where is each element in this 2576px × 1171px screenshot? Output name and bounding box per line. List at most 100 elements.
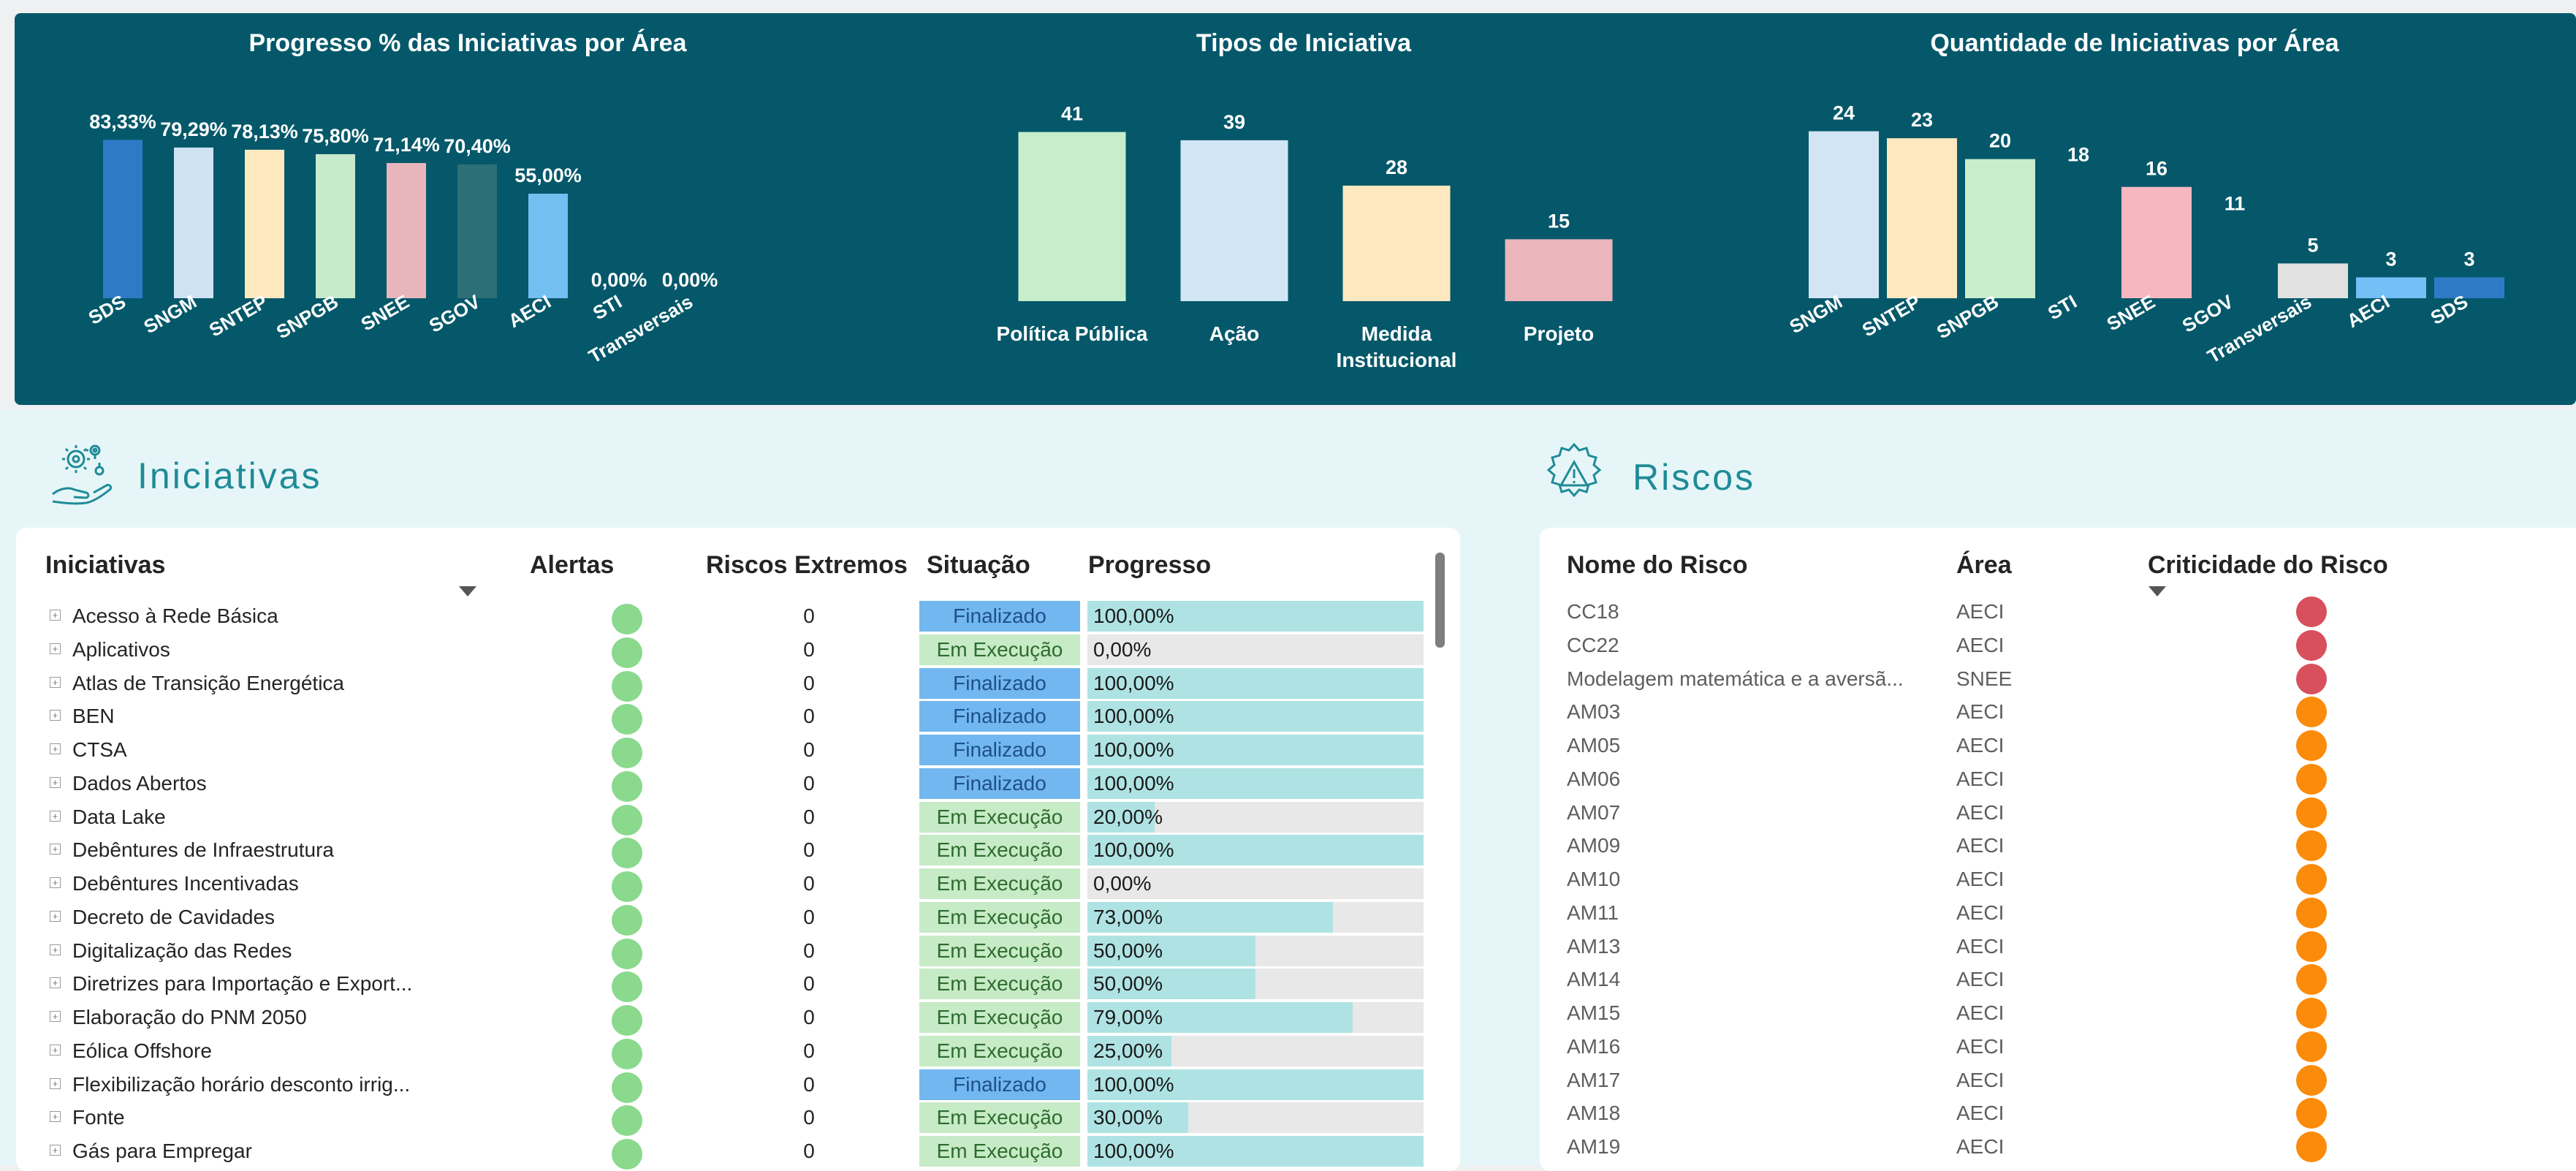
table-row[interactable]: AM19 AECI [1540, 1130, 2576, 1164]
situacao-badge: Em Execução [919, 1136, 1080, 1167]
expand-icon[interactable]: + [50, 1077, 61, 1089]
table-row[interactable]: + Data Lake 0 Em Execução 20,00% [16, 800, 1460, 835]
table-row[interactable]: + Diretrizes para Importação e Export... 0… [16, 967, 1460, 1003]
table-row[interactable]: + Elaboração do PNM 2050 0 Em Execução 79,00… [16, 1001, 1460, 1036]
criticidade-dot [2296, 730, 2327, 761]
alert-status-dot [612, 704, 642, 735]
table-row[interactable]: AM16 AECI [1540, 1030, 2576, 1064]
iniciativa-name: CTSA [72, 738, 127, 761]
expand-icon[interactable]: + [50, 643, 61, 654]
table-row[interactable]: AM17 AECI [1540, 1064, 2576, 1097]
expand-icon[interactable]: + [50, 1145, 61, 1156]
bar [2278, 263, 2348, 298]
bar [103, 140, 143, 298]
data-label: 71,14% [373, 134, 440, 156]
table-row[interactable]: AM15 AECI [1540, 996, 2576, 1030]
iniciativa-name: Data Lake [72, 805, 166, 828]
expand-icon[interactable]: + [50, 977, 61, 989]
risco-area: AECI [1956, 1034, 2005, 1058]
data-label: 70,40% [444, 135, 511, 157]
expand-icon[interactable]: + [50, 676, 61, 688]
riscos-extremos-count: 0 [803, 671, 815, 694]
risco-area: AECI [1956, 1001, 2005, 1024]
expand-icon[interactable]: + [50, 610, 61, 621]
progress-bar: 50,00% [1087, 969, 1424, 1000]
bar [316, 154, 355, 298]
risco-area: AECI [1956, 734, 2005, 757]
riscos-extremos-count: 0 [803, 1039, 815, 1062]
expand-icon[interactable]: + [50, 844, 61, 855]
table-row[interactable]: + Eólica Offshore 0 Em Execução 25,00% [16, 1034, 1460, 1069]
category-label: SNPGB [1933, 290, 2002, 343]
expand-icon[interactable]: + [50, 910, 61, 922]
expand-icon[interactable]: + [50, 776, 61, 788]
table-row[interactable]: AM10 AECI [1540, 863, 2576, 896]
table-row[interactable]: + Digitalização das Redes 0 Em Execução 50,0… [16, 934, 1460, 969]
table-row[interactable]: + Fonte 0 Em Execução 30,00% [16, 1101, 1460, 1137]
iniciativa-name: Debêntures Incentivadas [72, 872, 299, 895]
risco-name: CC22 [1567, 633, 1619, 656]
data-label: 55,00% [514, 164, 582, 186]
progress-bar: 100,00% [1087, 835, 1424, 866]
table-row[interactable]: CC22 AECI [1540, 629, 2576, 662]
criticidade-dot [2296, 663, 2327, 694]
table-row[interactable]: AM06 AECI [1540, 762, 2576, 796]
table-row[interactable]: + Debêntures de Infraestrutura 0 Em Execuçã… [16, 833, 1460, 869]
alert-status-dot [612, 904, 642, 936]
table-row[interactable]: + Atlas de Transição Energética 0 Finalizad… [16, 667, 1460, 702]
scrollbar-thumb[interactable] [1435, 553, 1445, 648]
expand-icon[interactable]: + [50, 1044, 61, 1056]
table-row[interactable]: + CTSA 0 Finalizado 100,00% [16, 733, 1460, 768]
table-row[interactable]: Modelagem matemática e a aversã... SNEE [1540, 662, 2576, 696]
table-row[interactable]: + BEN 0 Finalizado 100,00% [16, 700, 1460, 735]
risco-name: AM07 [1567, 800, 1621, 824]
data-label: 5 [2307, 234, 2318, 256]
expand-icon[interactable]: + [50, 877, 61, 888]
criticidade-dot [2296, 964, 2327, 996]
table-row[interactable]: + Acesso à Rede Básica 0 Finalizado 100,00% [16, 599, 1460, 634]
expand-icon[interactable]: + [50, 710, 61, 721]
iniciativa-name: Aplicativos [72, 637, 170, 661]
risco-area: SNEE [1956, 667, 2013, 690]
expand-icon[interactable]: + [50, 810, 61, 822]
table-row[interactable]: AM14 AECI [1540, 963, 2576, 996]
situacao-badge: Em Execução [919, 1035, 1080, 1066]
bar [1887, 138, 1957, 298]
table-row[interactable]: AM11 AECI [1540, 896, 2576, 930]
table-row[interactable]: AM07 AECI [1540, 796, 2576, 830]
data-label: 23 [1911, 109, 1933, 131]
table-row[interactable]: AM13 AECI [1540, 930, 2576, 963]
table-row[interactable]: + Gás para Empregar 0 Em Execução 100,00% [16, 1134, 1460, 1170]
expand-icon[interactable]: + [50, 1111, 61, 1123]
table-row[interactable]: AM03 AECI [1540, 695, 2576, 729]
alert-status-dot [612, 670, 642, 702]
situacao-badge: Finalizado [919, 1069, 1080, 1100]
iniciativa-name: Gás para Empregar [72, 1140, 252, 1162]
table-row[interactable]: + Flexibilização horário desconto irrig..… [16, 1068, 1460, 1103]
iniciativa-name: Acesso à Rede Básica [72, 605, 278, 627]
iniciativa-name: Fonte [72, 1106, 125, 1129]
table-row[interactable]: + Debêntures Incentivadas 0 Em Execução 0,00… [16, 867, 1460, 902]
expand-icon[interactable]: + [50, 944, 61, 955]
riscos-extremos-count: 0 [803, 872, 815, 895]
expand-icon[interactable]: + [50, 1011, 61, 1022]
table-row[interactable]: AM09 AECI [1540, 829, 2576, 863]
data-label: 75,80% [302, 125, 369, 147]
risco-name: AM06 [1567, 767, 1621, 790]
criticidade-dot [2296, 697, 2327, 728]
alert-status-dot [612, 604, 642, 634]
expand-icon[interactable]: + [50, 743, 61, 754]
iniciativas-rows: + Acesso à Rede Básica 0 Finalizado 100,00% +… [16, 528, 1460, 1171]
progress-bar: 100,00% [1087, 667, 1424, 699]
table-row[interactable]: AM18 AECI [1540, 1096, 2576, 1130]
table-row[interactable]: AM05 AECI [1540, 729, 2576, 762]
bar [2121, 186, 2192, 298]
table-row[interactable]: + Dados Abertos 0 Finalizado 100,00% [16, 767, 1460, 802]
category-label: SNGM [140, 290, 200, 338]
table-row[interactable]: CC18 AECI [1540, 595, 2576, 629]
data-label: 15 [1548, 210, 1570, 232]
alert-status-dot [612, 971, 642, 1003]
bar [245, 149, 284, 298]
table-row[interactable]: + Decreto de Cavidades 0 Em Execução 73,00% [16, 901, 1460, 936]
table-row[interactable]: + Aplicativos 0 Em Execução 0,00% [16, 633, 1460, 668]
